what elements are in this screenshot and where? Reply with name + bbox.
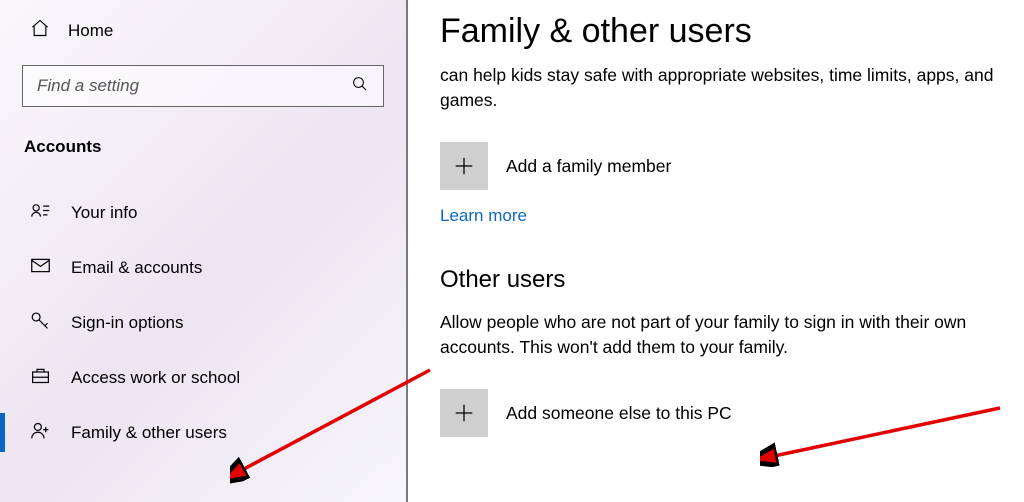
- other-users-header: Other users: [440, 266, 1014, 294]
- home-button[interactable]: Home: [0, 0, 406, 61]
- search-icon: [351, 75, 369, 98]
- home-icon: [30, 18, 50, 43]
- sidebar-item-label: Sign-in options: [71, 313, 183, 333]
- sidebar-item-label: Your info: [71, 203, 137, 223]
- sidebar-item-signin-options[interactable]: Sign-in options: [0, 295, 406, 350]
- home-label: Home: [68, 21, 113, 41]
- main-content: Family & other users can help kids stay …: [440, 0, 1014, 453]
- sidebar: Home Accounts Your info Email & accounts: [0, 0, 408, 502]
- sidebar-item-label: Email & accounts: [71, 258, 202, 278]
- briefcase-icon: [30, 365, 51, 391]
- section-label: Accounts: [0, 107, 406, 167]
- other-users-description: Allow people who are not part of your fa…: [440, 310, 1014, 359]
- add-family-member-button[interactable]: Add a family member: [440, 142, 1014, 190]
- add-other-user-button[interactable]: Add someone else to this PC: [440, 389, 1014, 437]
- search-input[interactable]: [37, 76, 351, 96]
- sidebar-item-family-other-users[interactable]: Family & other users: [0, 405, 406, 460]
- add-family-label: Add a family member: [506, 156, 671, 177]
- key-icon: [30, 310, 51, 336]
- sidebar-item-label: Family & other users: [71, 423, 227, 443]
- sidebar-item-label: Access work or school: [71, 368, 240, 388]
- search-container: [22, 65, 384, 107]
- family-description: can help kids stay safe with appropriate…: [440, 63, 1014, 112]
- sidebar-item-your-info[interactable]: Your info: [0, 185, 406, 240]
- person-plus-icon: [30, 420, 51, 446]
- sidebar-item-access-work-school[interactable]: Access work or school: [0, 350, 406, 405]
- sidebar-item-email-accounts[interactable]: Email & accounts: [0, 240, 406, 295]
- person-card-icon: [30, 200, 51, 226]
- nav-list: Your info Email & accounts Sign-in optio…: [0, 185, 406, 460]
- add-other-label: Add someone else to this PC: [506, 403, 732, 424]
- plus-icon: [440, 142, 488, 190]
- page-title: Family & other users: [440, 12, 1014, 51]
- mail-icon: [30, 255, 51, 281]
- plus-icon: [440, 389, 488, 437]
- search-input-wrapper[interactable]: [22, 65, 384, 107]
- learn-more-link[interactable]: Learn more: [440, 206, 527, 226]
